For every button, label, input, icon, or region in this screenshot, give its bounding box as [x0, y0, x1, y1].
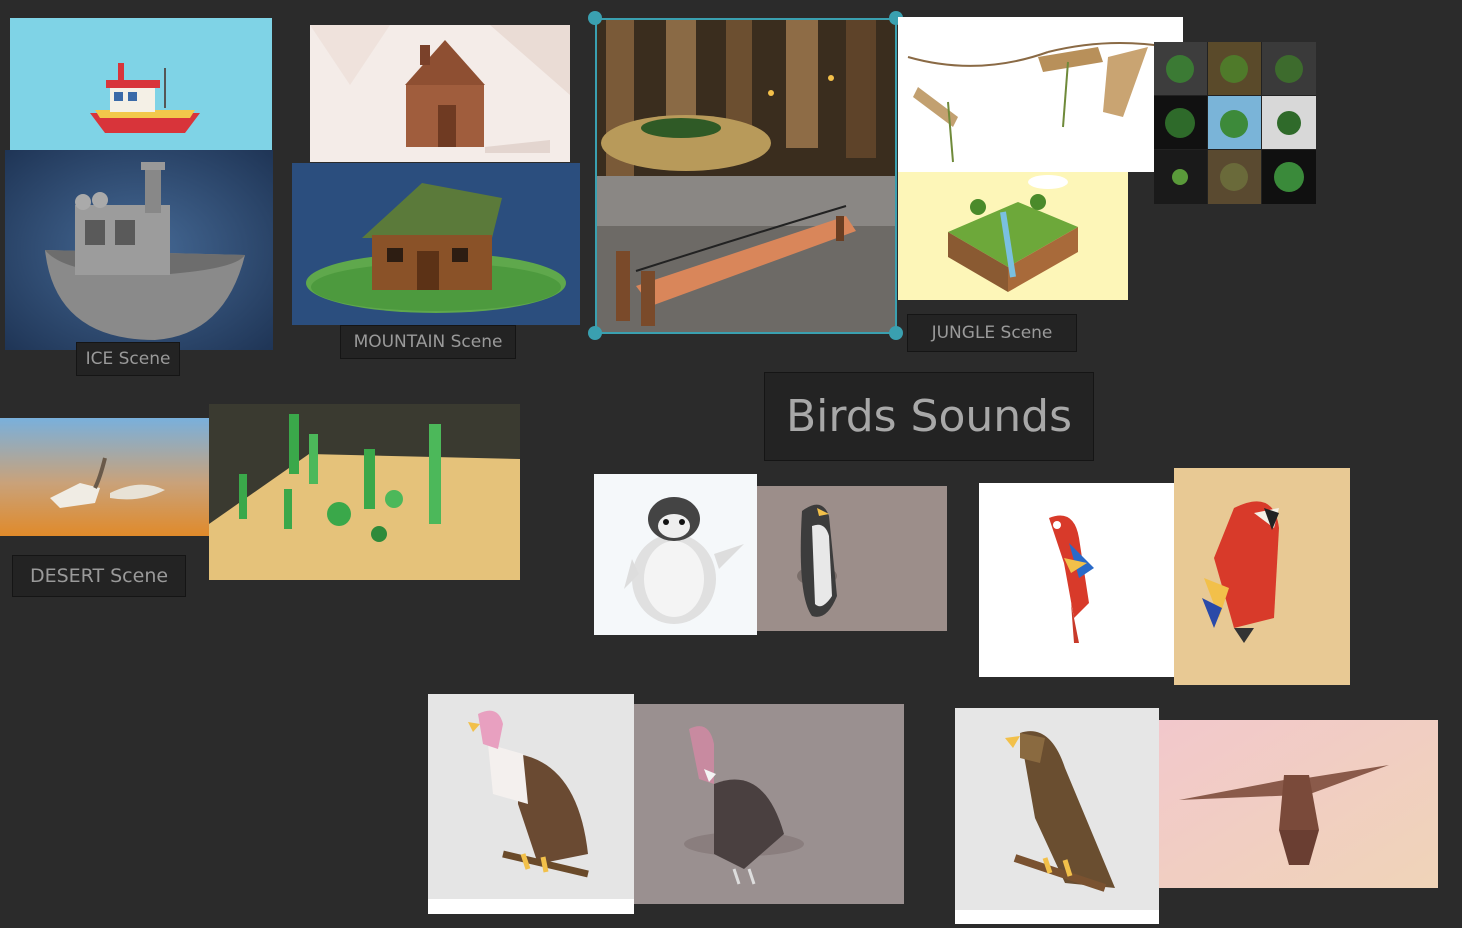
board-title[interactable]: Birds Sounds — [764, 372, 1094, 461]
image-desert-cactus[interactable] — [209, 404, 520, 580]
scene-label-desert[interactable]: DESERT Scene — [12, 555, 186, 597]
image-hawk-flying[interactable] — [1159, 720, 1438, 888]
image-penguin-chick[interactable] — [594, 474, 757, 635]
scene-label-jungle[interactable]: JUNGLE Scene — [907, 314, 1077, 352]
resize-handle-bottom-right[interactable] — [889, 326, 903, 340]
scene-label-mountain[interactable]: MOUNTAIN Scene — [340, 325, 516, 359]
scene-label-ice[interactable]: ICE Scene — [76, 342, 180, 376]
image-rope-bridge[interactable] — [596, 176, 896, 333]
image-wooden-house[interactable] — [310, 25, 570, 162]
image-cartoon-boat[interactable] — [10, 18, 272, 150]
image-gray-tugboat[interactable] — [5, 150, 273, 350]
image-vulture-perched[interactable] — [428, 694, 634, 914]
image-treehouse-forest[interactable] — [596, 18, 896, 176]
resize-handle-bottom-left[interactable] — [588, 326, 602, 340]
resize-handle-top-left[interactable] — [588, 11, 602, 25]
image-parrot-3d[interactable] — [979, 483, 1174, 677]
image-vulture-lowpoly[interactable] — [634, 704, 904, 904]
image-lowpoly-macaw[interactable] — [1174, 468, 1350, 685]
image-desert-skull[interactable] — [0, 418, 210, 536]
image-eagle-perched[interactable] — [955, 708, 1159, 924]
image-emperor-penguin[interactable] — [757, 486, 947, 631]
moodboard-canvas[interactable]: ICE Scene MOUNTAIN Scene JUNGLE Scene DE… — [0, 0, 1462, 928]
image-log-cabin-island[interactable] — [292, 163, 580, 325]
image-jungle-island[interactable] — [898, 172, 1128, 300]
image-hanging-bridges[interactable] — [898, 17, 1183, 172]
image-plant-grid[interactable] — [1154, 42, 1316, 204]
